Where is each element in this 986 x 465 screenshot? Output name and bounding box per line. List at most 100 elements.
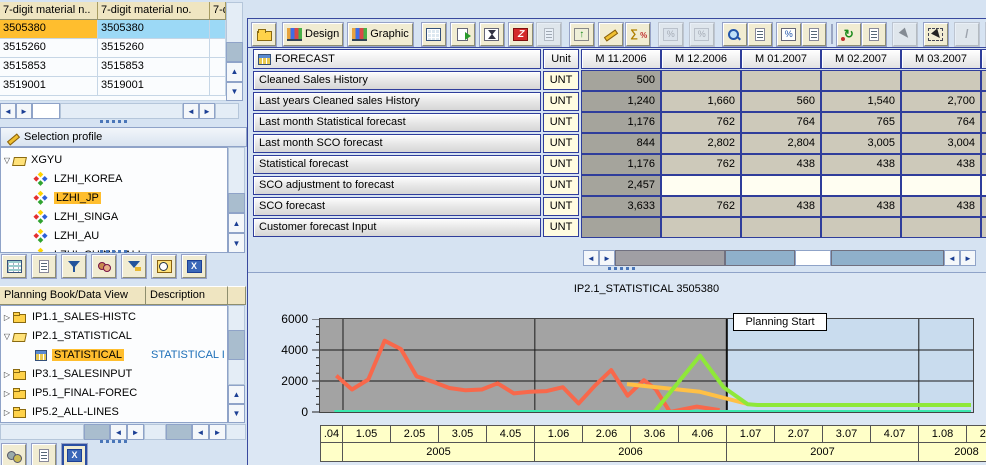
material-cell[interactable]: 3515853 (98, 58, 210, 77)
value-cell[interactable]: 2,700 (901, 91, 981, 112)
splitter-handle[interactable] (608, 267, 635, 270)
selection-profile-item[interactable]: LZHI_AU (35, 227, 228, 245)
material-column-header[interactable]: 7-d (210, 2, 226, 20)
copy-percent-button[interactable] (659, 23, 683, 46)
value-cell[interactable]: 2,457 (581, 175, 661, 196)
scrollbar-thumb[interactable] (166, 424, 192, 440)
hourglass-button[interactable] (480, 23, 504, 46)
export-button[interactable] (451, 23, 475, 46)
value-cell[interactable]: 1,176 (581, 112, 661, 133)
zoom-note-button[interactable] (748, 23, 772, 46)
material-cell[interactable]: 3519001 (98, 77, 210, 96)
track-gray[interactable] (615, 250, 725, 266)
value-cell[interactable] (661, 175, 741, 196)
scrollbar-track[interactable] (0, 424, 84, 440)
select-box-button[interactable] (924, 23, 948, 46)
value-cell[interactable] (821, 175, 901, 196)
grid-display-button[interactable] (2, 255, 26, 278)
value-cell[interactable]: 560 (741, 91, 821, 112)
planning-book-item[interactable]: ▷IP3.1_SALESINPUT (1, 365, 227, 383)
row-header[interactable]: Statistical forecast (253, 155, 541, 174)
users-button[interactable] (92, 255, 116, 278)
select-off-button[interactable] (893, 23, 917, 46)
scroll-left-button[interactable]: ◄ (944, 250, 960, 266)
expander-icon[interactable]: ▽ (1, 332, 13, 341)
value-cell[interactable]: 844 (581, 133, 661, 154)
scrollbar-stub[interactable] (226, 424, 246, 440)
scroll-right-button[interactable]: ► (127, 424, 144, 440)
material-column-header[interactable]: 7-digit material no. (98, 2, 210, 20)
unit-cell[interactable]: UNT (543, 92, 579, 111)
planning-tree-horizontal-scrollbars[interactable]: ◄►◄► (0, 424, 246, 440)
scroll-down-button[interactable]: ▼ (226, 82, 243, 102)
scroll-up-button[interactable]: ▲ (226, 62, 243, 82)
open-button[interactable] (252, 23, 276, 46)
value-cell[interactable]: 762 (661, 154, 741, 175)
scroll-down-button[interactable]: ▼ (228, 233, 245, 253)
value-cell[interactable]: 1,660 (661, 91, 741, 112)
note-button[interactable] (32, 444, 56, 465)
value-cell[interactable]: 1,176 (581, 154, 661, 175)
scrollbar-thumb[interactable] (795, 250, 831, 266)
unit-cell[interactable]: UNT (543, 176, 579, 195)
value-cell[interactable]: 765 (821, 112, 901, 133)
value-cell[interactable]: 438 (741, 154, 821, 175)
scroll-left-button[interactable]: ◄ (183, 103, 199, 119)
selection-tree-vertical-scrollbar[interactable]: ▲▼ (228, 147, 245, 253)
scrollbar-stub[interactable] (215, 103, 239, 119)
expander-icon[interactable]: ▷ (1, 313, 13, 322)
value-cell[interactable]: 2,804 (741, 133, 821, 154)
edit-pencil-button[interactable] (599, 23, 623, 46)
scroll-right-button[interactable]: ► (199, 103, 215, 119)
expander-icon[interactable]: ▽ (1, 156, 13, 165)
scroll-right-button[interactable]: ► (599, 250, 615, 266)
value-cell[interactable] (821, 217, 901, 238)
selection-profile-item[interactable]: LZHI_CHINA_ALL (35, 246, 228, 253)
refresh-button[interactable] (837, 23, 861, 46)
value-cell[interactable]: 762 (661, 196, 741, 217)
planning-book-item[interactable]: ▽IP2.1_STATISTICAL (1, 327, 227, 345)
material-cell[interactable]: 3515260 (98, 39, 210, 58)
value-cell[interactable] (741, 175, 821, 196)
scrollbar-track[interactable] (60, 103, 183, 119)
grid-horizontal-scrollbar[interactable]: ◄►◄► (583, 250, 982, 266)
unit-cell[interactable]: UNT (543, 218, 579, 237)
design-button[interactable]: Design (283, 23, 343, 46)
value-cell[interactable] (661, 217, 741, 238)
month-column-header[interactable]: M 11.2006 (581, 49, 661, 69)
percent-doc-button[interactable] (777, 23, 801, 46)
material-list-vertical-scrollbar[interactable]: ▲▼ (226, 2, 243, 101)
scroll-up-button[interactable]: ▲ (228, 385, 245, 404)
row-header[interactable]: Last month Statistical forecast (253, 113, 541, 132)
close-button[interactable] (182, 255, 206, 278)
value-cell[interactable]: 438 (901, 196, 981, 217)
upload-button[interactable] (570, 23, 594, 46)
track-steel[interactable] (831, 250, 944, 266)
material-cell[interactable]: 3515260 (0, 39, 98, 58)
value-cell[interactable]: 3,633 (581, 196, 661, 217)
scrollbar-thumb[interactable] (228, 330, 245, 360)
expander-icon[interactable]: ▷ (1, 389, 13, 398)
draw-line-button[interactable] (955, 23, 979, 46)
scrollbar-track[interactable] (144, 424, 166, 440)
planning-book-item[interactable]: ▷IP5.2_ALL-LINES (1, 403, 227, 421)
sigma-percent-button[interactable] (626, 23, 650, 46)
value-cell[interactable] (901, 217, 981, 238)
value-cell[interactable]: 438 (741, 196, 821, 217)
planning-book-item[interactable]: ▷IP5.1_FINAL-FOREC (1, 384, 227, 402)
unit-cell[interactable]: UNT (543, 155, 579, 174)
material-column-header[interactable]: 7-digit material n.. (0, 2, 98, 20)
scroll-up-button[interactable]: ▲ (228, 213, 245, 233)
row-header[interactable]: Last month SCO forecast (253, 134, 541, 153)
scroll-right-button[interactable]: ► (209, 424, 226, 440)
scroll-right-button[interactable]: ► (16, 103, 32, 119)
paste-percent-button[interactable] (690, 23, 714, 46)
scroll-right-button[interactable]: ► (960, 250, 976, 266)
splitter-handle[interactable] (100, 250, 127, 253)
percent-doc-note-button[interactable] (802, 23, 826, 46)
material-row[interactable]: 35053803505380 (0, 20, 226, 39)
close-button[interactable] (62, 444, 87, 465)
unit-cell[interactable]: UNT (543, 71, 579, 90)
material-row[interactable]: 35158533515853 (0, 58, 226, 77)
material-cell[interactable]: 3515853 (0, 58, 98, 77)
